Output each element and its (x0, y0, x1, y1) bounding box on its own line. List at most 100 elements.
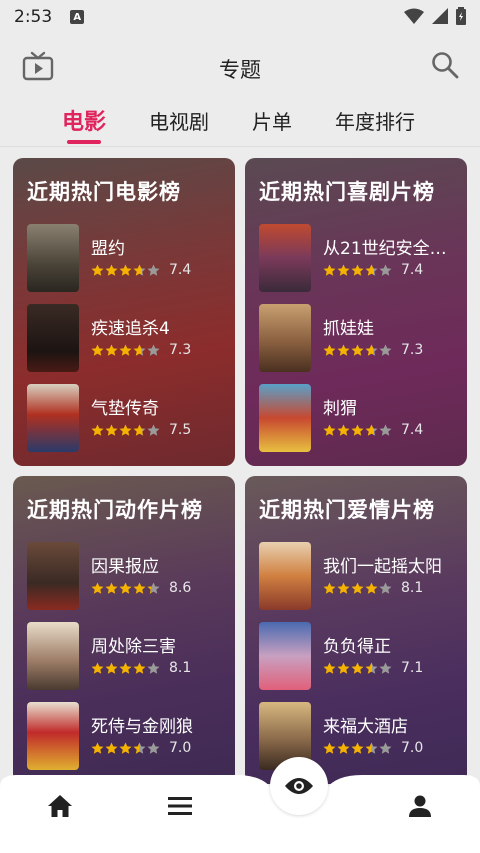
battery-icon (456, 7, 466, 25)
card-title: 近期热门爱情片榜 (259, 498, 435, 522)
movie-score: 7.3 (169, 342, 192, 358)
star-icon (119, 662, 132, 674)
movie-item[interactable]: 因果报应 8.6 (27, 542, 227, 610)
star-icon (365, 264, 378, 276)
star-icon (147, 662, 160, 674)
movie-poster (27, 304, 79, 372)
star-icon (351, 264, 364, 276)
movie-score: 7.0 (169, 740, 192, 756)
star-rating (323, 424, 392, 437)
star-rating (91, 264, 160, 277)
star-rating (91, 424, 160, 437)
star-icon (105, 264, 118, 276)
star-icon (323, 424, 336, 436)
movie-title: 死侍与金刚狼 (91, 717, 193, 737)
nav-discover-button[interactable] (270, 757, 328, 815)
ranking-card-hot-movies[interactable]: 近期热门电影榜 盟约 7.4 疾速追杀4 7.3 气垫传奇 7.5 (13, 158, 235, 466)
movie-title: 抓娃娃 (323, 319, 374, 339)
star-rating (323, 344, 392, 357)
star-icon (119, 424, 132, 436)
ranking-card-hot-action[interactable]: 近期热门动作片榜 因果报应 8.6 周处除三害 8.1 死侍与金刚狼 7.0 (13, 476, 235, 784)
star-icon (337, 344, 350, 356)
tab-indicator (67, 140, 101, 144)
movie-item[interactable]: 刺猬 7.4 (259, 384, 459, 452)
star-rating (323, 582, 392, 595)
status-bar: 2:53 A (0, 0, 480, 34)
search-icon[interactable] (430, 50, 460, 80)
category-tabs: 电影 电视剧 片单 年度排行 (0, 98, 480, 148)
movie-score: 7.4 (401, 262, 424, 278)
movie-item[interactable]: 周处除三害 8.1 (27, 622, 227, 690)
movie-score: 7.4 (401, 422, 424, 438)
movie-item[interactable]: 盟约 7.4 (27, 224, 227, 292)
movie-item[interactable]: 负负得正 7.1 (259, 622, 459, 690)
tab-tv-series[interactable]: 电视剧 (149, 106, 209, 135)
star-icon (119, 264, 132, 276)
star-icon (323, 344, 336, 356)
star-icon (379, 662, 392, 674)
movie-item[interactable]: 从21世纪安全撤离 7.4 (259, 224, 459, 292)
movie-item[interactable]: 气垫传奇 7.5 (27, 384, 227, 452)
tab-annual-ranking[interactable]: 年度排行 (335, 106, 415, 135)
list-icon (168, 797, 192, 815)
star-rating (323, 264, 392, 277)
star-icon (147, 264, 160, 276)
home-icon (48, 795, 72, 817)
movie-poster (259, 384, 311, 452)
nav-home[interactable] (40, 786, 80, 826)
signal-icon (432, 8, 448, 24)
star-icon (323, 742, 336, 754)
page-title: 专题 (219, 58, 261, 82)
movie-score: 8.6 (169, 580, 192, 596)
nav-profile[interactable] (400, 786, 440, 826)
star-icon (91, 424, 104, 436)
star-icon (379, 264, 392, 276)
nav-list[interactable] (160, 786, 200, 826)
movie-poster (27, 384, 79, 452)
movie-poster (27, 224, 79, 292)
movie-title: 刺猬 (323, 399, 357, 419)
movie-title: 疾速追杀4 (91, 319, 170, 339)
movie-score: 7.0 (401, 740, 424, 756)
star-rating (91, 742, 160, 755)
star-icon (379, 742, 392, 754)
star-icon (365, 582, 378, 594)
bottom-navigation (0, 775, 480, 853)
star-icon (119, 742, 132, 754)
movie-score: 8.1 (401, 580, 424, 596)
movie-poster (259, 304, 311, 372)
star-icon (105, 582, 118, 594)
movie-title: 周处除三害 (91, 637, 176, 657)
movie-title: 负负得正 (323, 637, 391, 657)
status-time: 2:53 (14, 7, 53, 27)
star-rating (323, 742, 392, 755)
movie-item[interactable]: 死侍与金刚狼 7.0 (27, 702, 227, 770)
movie-score: 7.1 (401, 660, 424, 676)
star-icon (351, 424, 364, 436)
star-icon (365, 662, 378, 674)
star-icon (147, 582, 160, 594)
star-icon (365, 742, 378, 754)
star-icon (337, 424, 350, 436)
star-icon (133, 582, 146, 594)
star-icon (105, 344, 118, 356)
star-icon (91, 662, 104, 674)
movie-poster (259, 224, 311, 292)
star-icon (119, 344, 132, 356)
star-icon (147, 424, 160, 436)
card-title: 近期热门喜剧片榜 (259, 180, 435, 204)
star-icon (105, 662, 118, 674)
eye-icon (285, 778, 313, 794)
ranking-card-hot-romance[interactable]: 近期热门爱情片榜 我们一起摇太阳 8.1 负负得正 7.1 来福大酒店 7.0 (245, 476, 467, 784)
tab-movie[interactable]: 电影 (62, 104, 106, 136)
movie-item[interactable]: 疾速追杀4 7.3 (27, 304, 227, 372)
tab-playlist[interactable]: 片单 (252, 106, 292, 135)
star-rating (91, 662, 160, 675)
movie-item[interactable]: 抓娃娃 7.3 (259, 304, 459, 372)
movie-title: 从21世纪安全撤离 (323, 239, 459, 259)
movie-item[interactable]: 我们一起摇太阳 8.1 (259, 542, 459, 610)
star-icon (365, 344, 378, 356)
ranking-card-hot-comedies[interactable]: 近期热门喜剧片榜 从21世纪安全撤离 7.4 抓娃娃 7.3 刺猬 7.4 (245, 158, 467, 466)
star-icon (337, 264, 350, 276)
profile-icon (409, 795, 431, 817)
